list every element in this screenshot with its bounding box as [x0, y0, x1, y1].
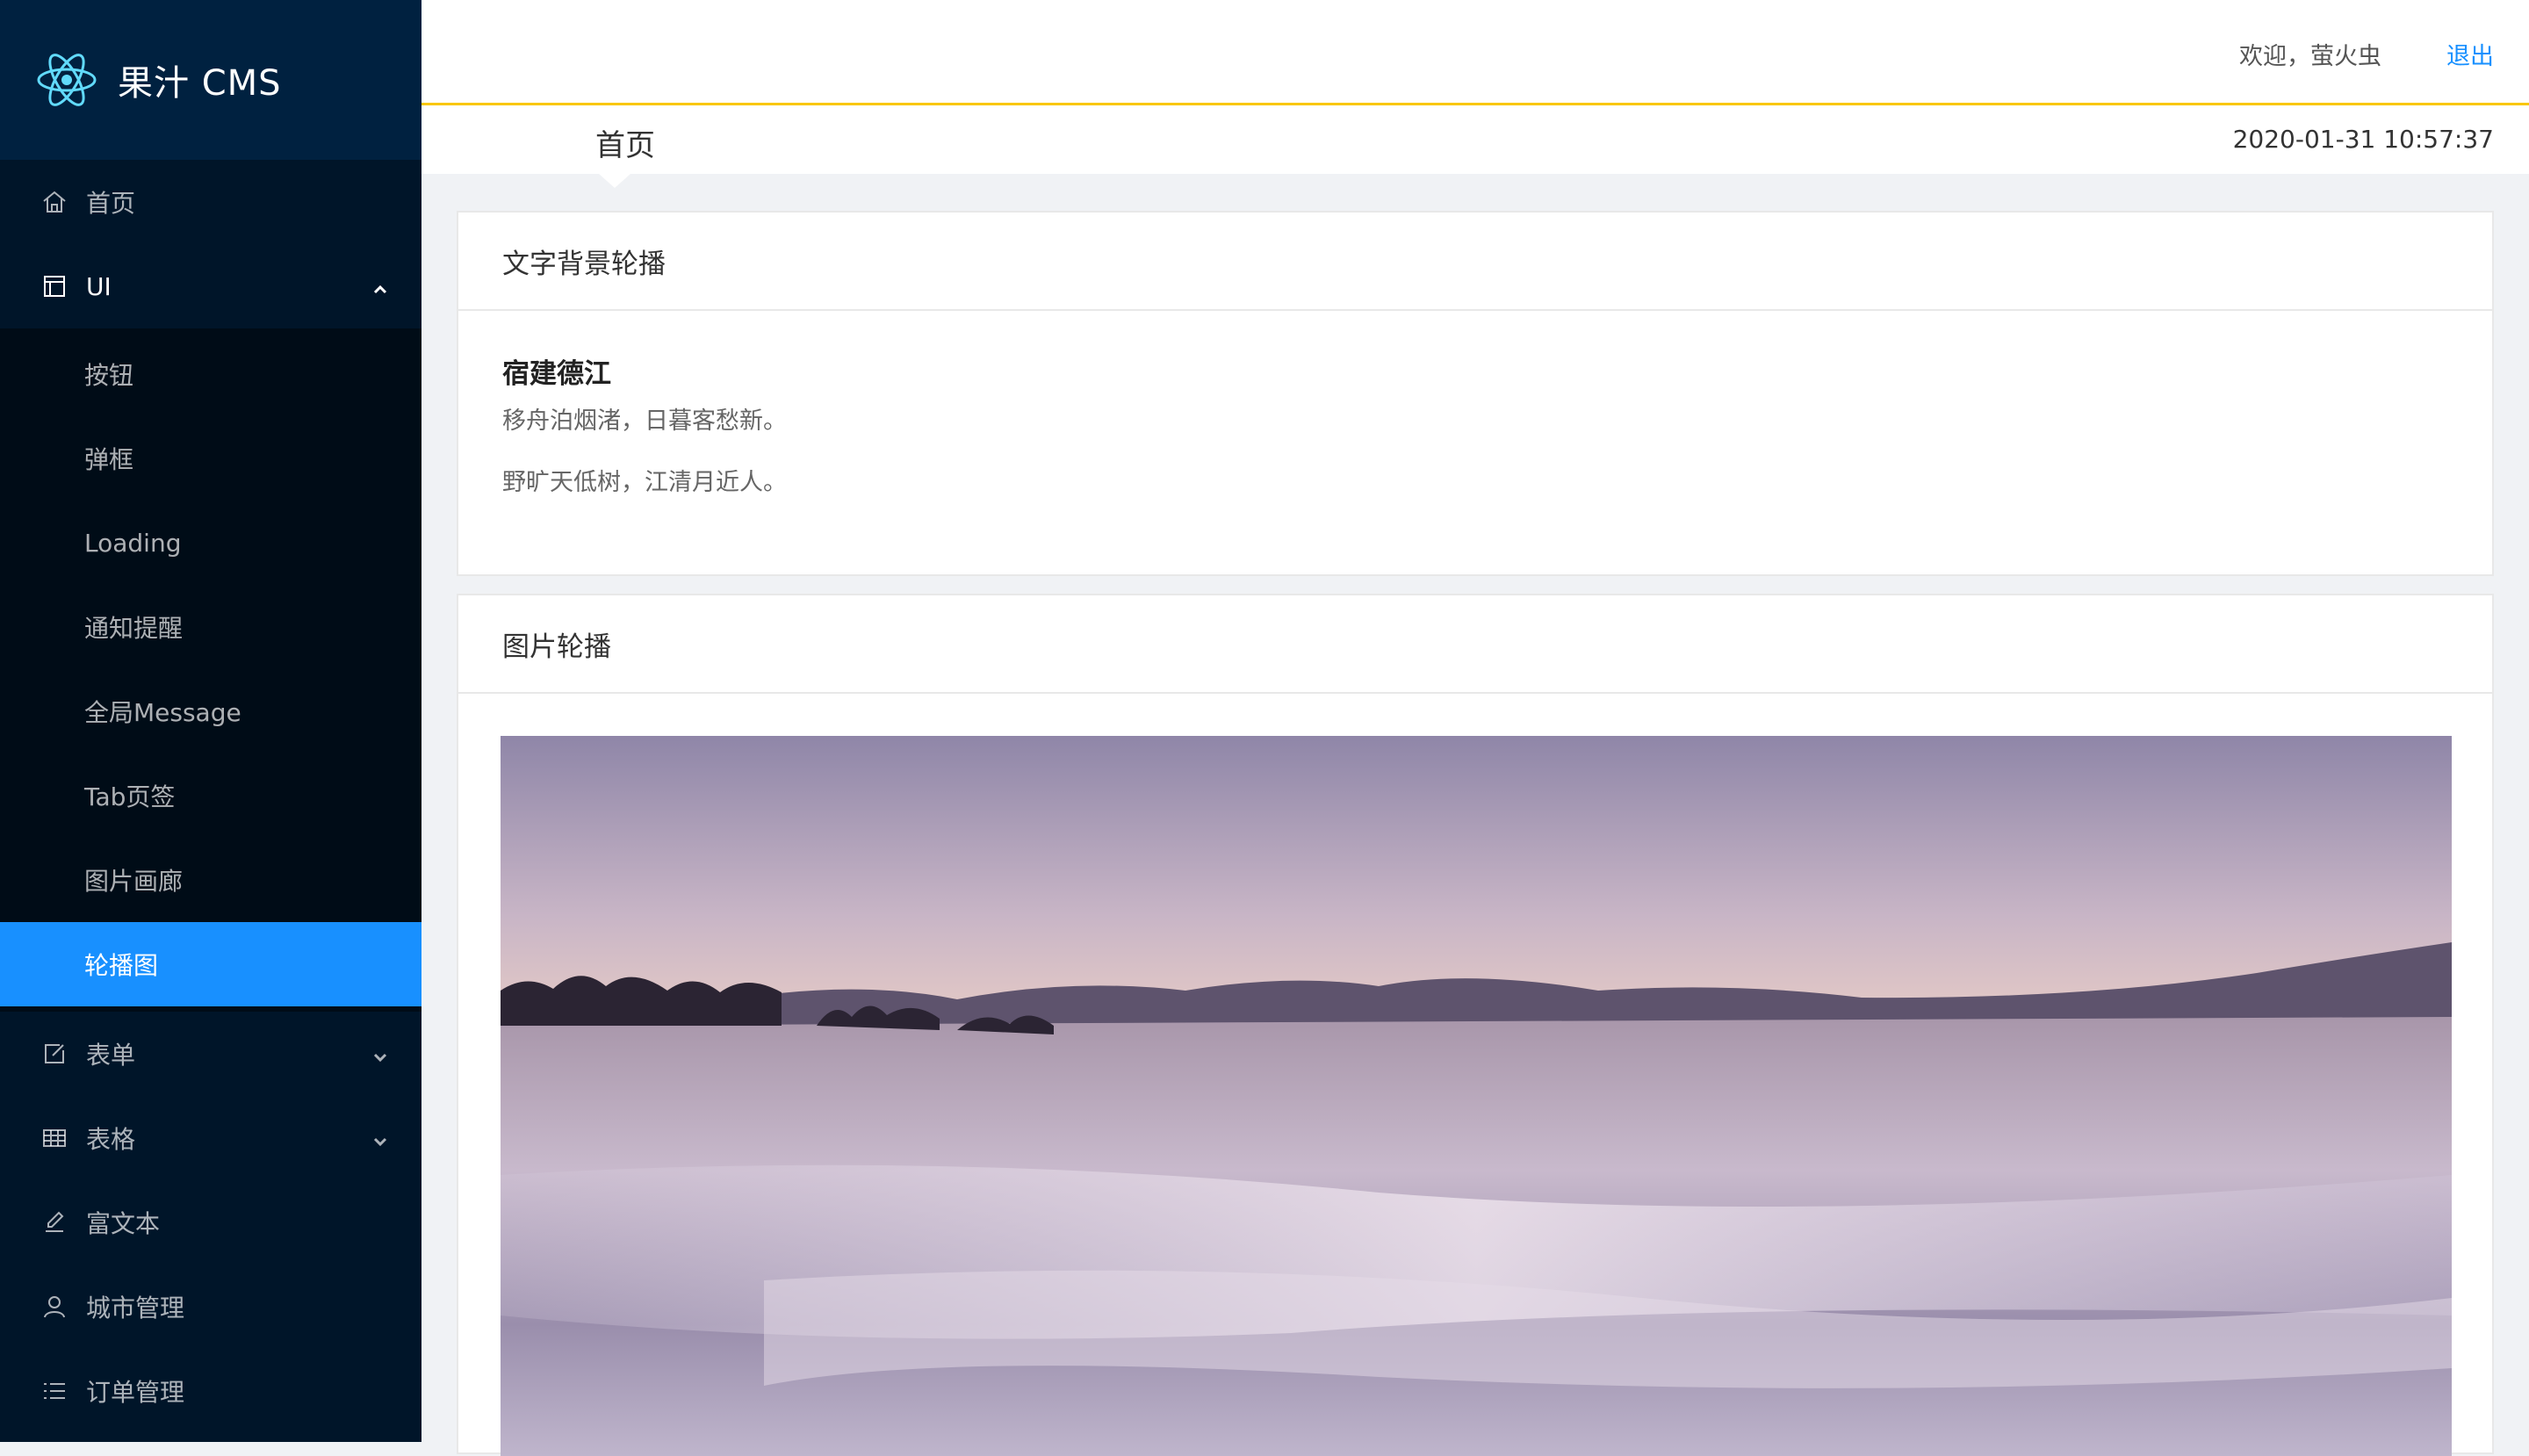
datetime: 2020-01-31 10:57:37: [2232, 125, 2494, 154]
ui-submenu: 按钮 弹框 Loading 通知提醒 全局Message Tab页签 图片画廊 …: [0, 328, 422, 1012]
sidebar: 果汁 CMS 首页 UI 按钮 弹框 Loading 通知提醒 全局Messag…: [0, 0, 422, 1442]
edit-icon: [40, 1208, 68, 1236]
sidebar-item-city[interactable]: 城市管理: [0, 1265, 422, 1349]
sidebar-item-label: UI: [86, 271, 112, 301]
welcome-text: 欢迎，萤火虫: [2239, 43, 2381, 70]
logout-link[interactable]: 退出: [2446, 37, 2494, 71]
poem-title: 宿建德江: [502, 358, 611, 390]
sidebar-item-label: 富文本: [86, 1209, 161, 1238]
sidebar-item-carousel[interactable]: 轮播图: [0, 922, 422, 1006]
sidebar-item-modals[interactable]: 弹框: [0, 416, 422, 501]
sidebar-item-label: 表单: [86, 1041, 136, 1070]
app-title: 果汁 CMS: [118, 63, 282, 104]
table-icon: [40, 1124, 68, 1152]
sidebar-item-label: 城市管理: [86, 1294, 185, 1323]
poem-line: 移舟泊烟渚，日暮客愁新。: [502, 407, 787, 435]
list-icon: [40, 1377, 68, 1405]
sidebar-item-loading[interactable]: Loading: [0, 501, 422, 585]
sidebar-item-table[interactable]: 表格: [0, 1096, 422, 1180]
logo[interactable]: 果汁 CMS: [0, 0, 422, 160]
text-carousel-card: 文字背景轮播 宿建德江 移舟泊烟渚，日暮客愁新。 野旷天低树，江清月近人。: [457, 211, 2494, 576]
sidebar-item-label: 表格: [86, 1125, 136, 1154]
sidebar-item-rich-text[interactable]: 富文本: [0, 1180, 422, 1265]
breadcrumb-pointer: [599, 174, 630, 188]
card-title: 图片轮播: [458, 595, 2492, 694]
chevron-down-icon: [371, 1044, 390, 1063]
layout-icon: [40, 272, 68, 300]
page-title: 首页: [595, 128, 655, 163]
sidebar-menu: 首页 UI 按钮 弹框 Loading 通知提醒 全局Message Tab页签…: [0, 160, 422, 1433]
winter-landscape-image: [501, 736, 2452, 1456]
sidebar-item-ui[interactable]: UI: [0, 244, 422, 328]
sidebar-item-label: 订单管理: [86, 1378, 185, 1407]
sidebar-item-form[interactable]: 表单: [0, 1012, 422, 1096]
image-carousel-card: 图片轮播: [457, 594, 2494, 1456]
top-header: 欢迎，萤火虫 退出: [422, 0, 2529, 105]
poem-line: 野旷天低树，江清月近人。: [502, 469, 787, 496]
sidebar-item-label: 首页: [86, 189, 136, 218]
sidebar-item-tabs[interactable]: Tab页签: [0, 753, 422, 838]
sidebar-item-orders[interactable]: 订单管理: [0, 1349, 422, 1433]
chevron-up-icon: [371, 277, 390, 296]
user-icon: [40, 1293, 68, 1321]
sidebar-item-gallery[interactable]: 图片画廊: [0, 838, 422, 922]
sidebar-item-buttons[interactable]: 按钮: [0, 332, 422, 416]
chevron-down-icon: [371, 1128, 390, 1148]
form-icon: [40, 1040, 68, 1068]
sidebar-item-notifications[interactable]: 通知提醒: [0, 585, 422, 669]
card-title: 文字背景轮播: [458, 213, 2492, 311]
sidebar-item-global-message[interactable]: 全局Message: [0, 669, 422, 753]
home-icon: [40, 188, 68, 216]
react-logo-icon: [37, 54, 97, 106]
sidebar-item-home[interactable]: 首页: [0, 160, 422, 244]
carousel-image[interactable]: [501, 736, 2452, 1456]
text-carousel-slide[interactable]: 宿建德江 移舟泊烟渚，日暮客愁新。 野旷天低树，江清月近人。: [458, 311, 2492, 572]
breadcrumb: 首页 2020-01-31 10:57:37: [422, 105, 2529, 188]
